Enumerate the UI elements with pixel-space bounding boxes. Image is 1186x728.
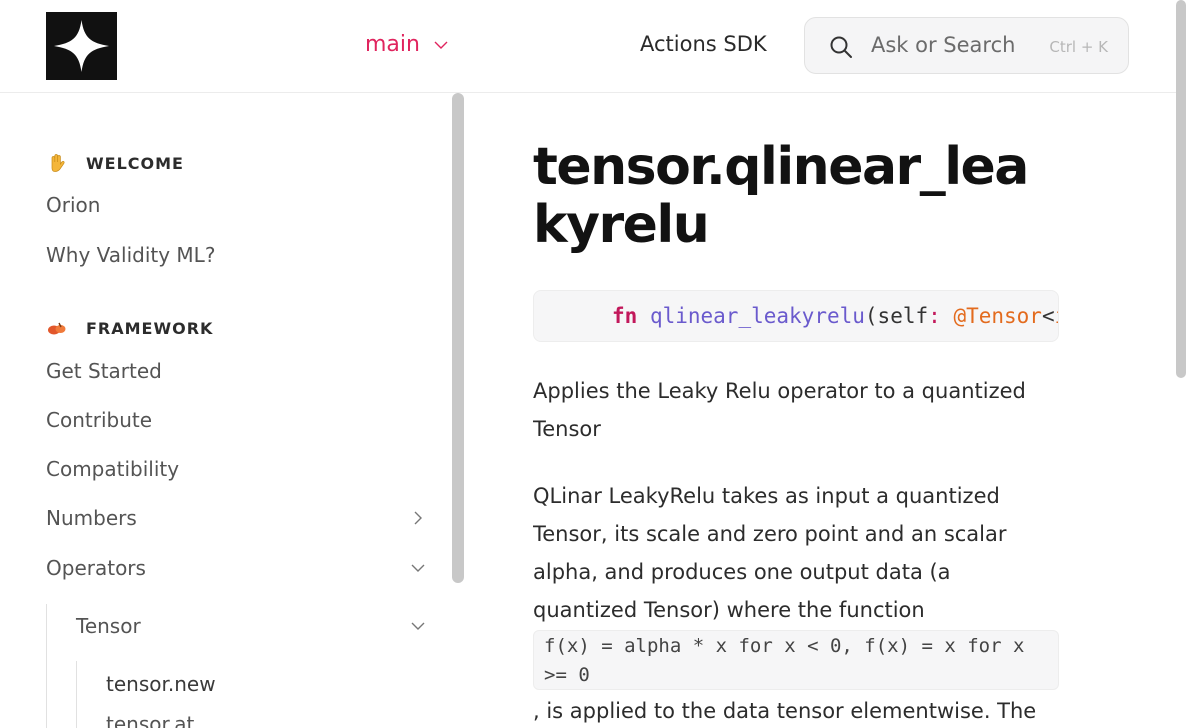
version-label: main [365, 32, 420, 57]
continuation-paragraph: , is applied to the data tensor elementw… [533, 699, 1037, 723]
search-icon [830, 36, 852, 58]
sidebar-item-contribute[interactable]: Contribute [46, 408, 152, 432]
sidebar-scrollbar[interactable] [452, 93, 464, 583]
sidebar-item-numbers[interactable]: Numbers [46, 506, 137, 530]
section-welcome: WELCOME [46, 152, 184, 174]
sidebar-item-tensor-at[interactable]: tensor.at [106, 712, 194, 728]
chevron-right-icon[interactable] [410, 510, 426, 526]
tree-guide [46, 604, 47, 728]
chevron-down-icon[interactable] [410, 560, 426, 576]
details-paragraph: QLinar LeakyRelu takes as input a quanti… [533, 484, 1007, 622]
code-keyword: fn [612, 304, 638, 328]
section-framework: FRAMEWORK [46, 317, 213, 339]
top-header: main Actions SDK Ask or Search Ctrl + K [0, 0, 1176, 93]
version-selector[interactable]: main [365, 32, 448, 57]
section-label: WELCOME [86, 153, 184, 173]
sidebar-item-get-started[interactable]: Get Started [46, 359, 162, 383]
code-param: self [877, 304, 929, 328]
search-box[interactable]: Ask or Search Ctrl + K [804, 17, 1129, 74]
code-colon: : [928, 304, 941, 328]
sidebar-item-tensor[interactable]: Tensor [76, 614, 141, 638]
code-paren: ( [864, 304, 878, 328]
sidebar: WELCOME Orion Why Validity ML? FRAMEWORK… [0, 94, 452, 728]
code-type: @Tensor [953, 304, 1042, 328]
actions-sdk-link[interactable]: Actions SDK [640, 32, 767, 56]
sidebar-item-compatibility[interactable]: Compatibility [46, 457, 179, 481]
section-label: FRAMEWORK [86, 318, 214, 338]
search-shortcut: Ctrl + K [1049, 38, 1108, 56]
chevron-down-icon[interactable] [410, 618, 426, 634]
page-scrollbar[interactable] [1176, 0, 1186, 378]
framework-icon [48, 322, 66, 335]
description-paragraph: Applies the Leaky Relu operator to a qua… [533, 379, 1026, 441]
sidebar-item-operators[interactable]: Operators [46, 556, 146, 580]
waving-hand-icon [51, 154, 65, 172]
sidebar-item-tensor-new[interactable]: tensor.new [106, 672, 216, 696]
signature-code-block: fn qlinear_leakyrelu(self: @Tensor<i8 [533, 290, 1059, 342]
tree-guide [76, 661, 77, 728]
page-title: tensor.qlinear_leakyrelu [533, 137, 1029, 255]
code-generic-open: < [1041, 304, 1055, 328]
main-content: tensor.qlinear_leakyrelu fn qlinear_leak… [533, 94, 1063, 728]
sidebar-item-orion[interactable]: Orion [46, 193, 100, 217]
code-function-name: qlinear_leakyrelu [649, 304, 865, 328]
search-placeholder: Ask or Search [871, 33, 1016, 57]
chevron-down-icon [434, 41, 448, 49]
star-logo[interactable] [46, 12, 117, 80]
code-generic: i8 [1055, 304, 1058, 328]
formula-code: f(x) = alpha * x for x < 0, f(x) = x for… [533, 630, 1059, 690]
sidebar-item-why-validity[interactable]: Why Validity ML? [46, 243, 215, 267]
